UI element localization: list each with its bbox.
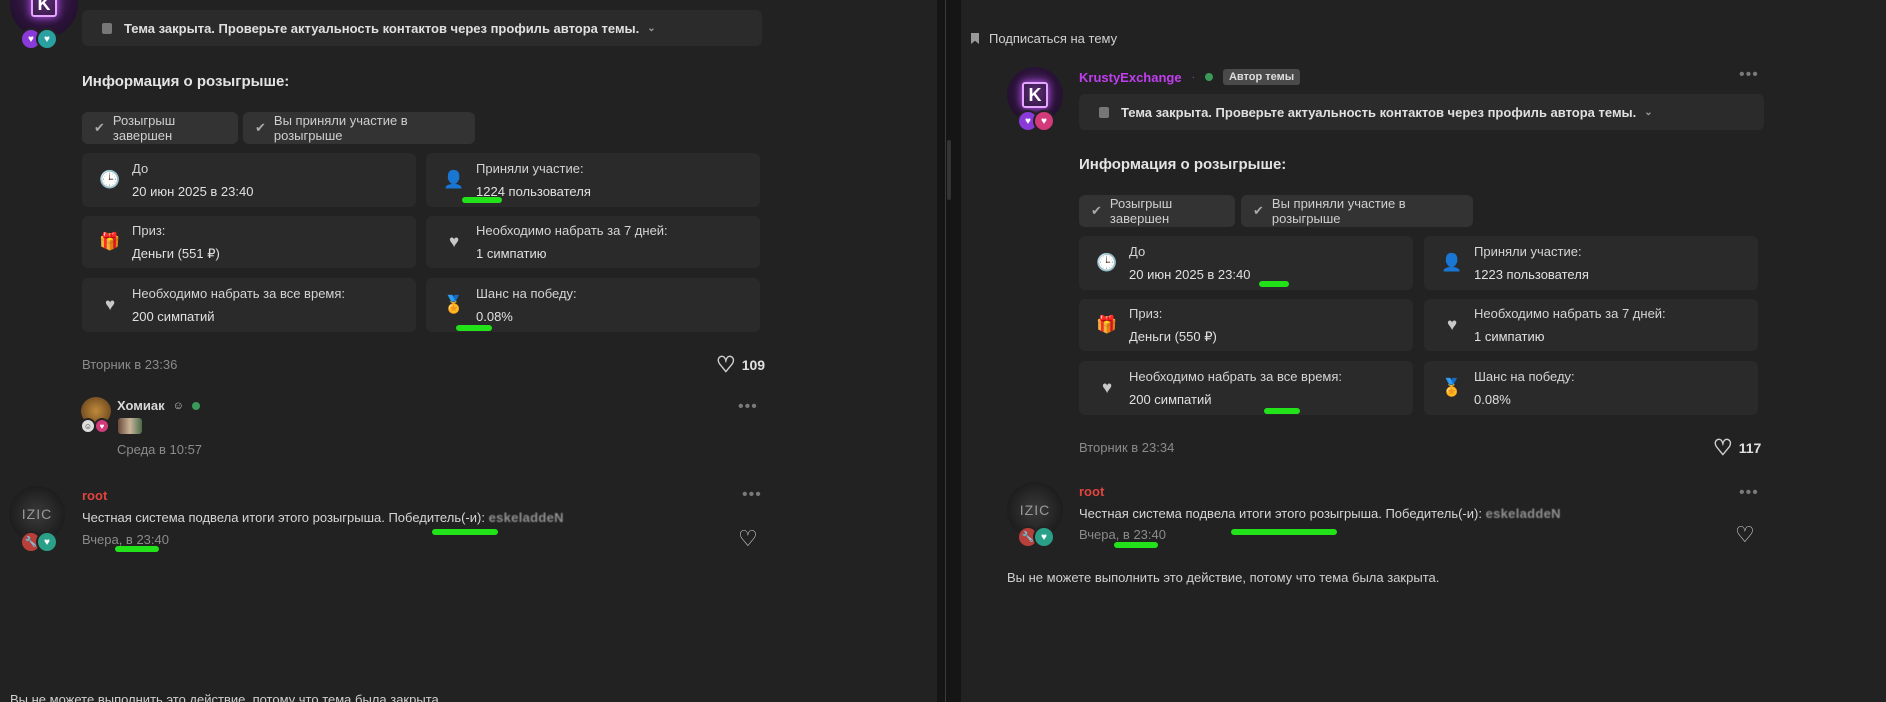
participated-pill: ✔ Вы приняли участие в розыгрыше — [243, 112, 475, 144]
heart-outline-icon: ♡ — [716, 352, 736, 377]
online-indicator — [191, 401, 200, 410]
info-card-deadline: 🕒 До 20 июн 2025 в 23:40 — [1079, 236, 1413, 290]
closed-topic-footer: Вы не можете выполнить это действие, пот… — [10, 692, 443, 702]
author-header: KrustyExchange · Автор темы — [1079, 69, 1301, 85]
root-timestamp[interactable]: Вчера, в 23:40 — [1079, 527, 1166, 542]
post-timestamp[interactable]: Вторник в 23:36 — [82, 357, 177, 372]
giveaway-ended-pill: ✔ Розыгрыш завершен — [1079, 195, 1235, 227]
more-options-icon[interactable]: ••• — [1739, 66, 1759, 84]
info-card-participants: 👤 Приняли участие: 1223 пользователя — [1424, 236, 1758, 290]
chevron-down-icon[interactable]: ⌄ — [647, 23, 655, 34]
author-username[interactable]: KrustyExchange — [1079, 70, 1182, 85]
chevron-down-icon[interactable]: ⌄ — [1644, 107, 1652, 118]
highlight-underline — [432, 529, 498, 535]
check-icon: ✔ — [255, 120, 266, 135]
heart-icon: ♥ — [104, 295, 116, 314]
award-icon: 🏅 — [443, 295, 465, 314]
author-tag-badge: Автор темы — [1222, 69, 1301, 85]
like-heart-icon[interactable]: ♡ — [1735, 522, 1755, 548]
info-card-likes-total: ♥ Необходимо набрать за все время: 200 си… — [1079, 361, 1413, 415]
user-plus-icon: 👤 — [1441, 253, 1463, 272]
root-timestamp[interactable]: Вчера, в 23:40 — [82, 532, 169, 547]
giveaway-ended-pill: ✔ Розыгрыш завершен — [82, 112, 238, 144]
info-card-deadline: 🕒 До 20 июн 2025 в 23:40 — [82, 153, 416, 207]
pane-divider — [937, 0, 961, 702]
giveaway-title: Информация о розыгрыше: — [82, 73, 290, 90]
more-options-icon[interactable]: ••• — [1739, 484, 1759, 502]
comment-sticker — [118, 418, 142, 434]
info-card-prize: 🎁 Приз: Деньги (551 ₽) — [82, 216, 416, 268]
heart-badge-icon: ♥ — [36, 28, 58, 50]
root-username[interactable]: root — [82, 488, 107, 503]
heart-plus-icon: ♥ — [448, 232, 460, 251]
more-options-icon[interactable]: ••• — [742, 486, 762, 504]
author-logo-icon: K — [1022, 82, 1048, 108]
root-message: Честная система подвела итоги этого розы… — [1079, 506, 1561, 521]
heart-outline-icon: ♡ — [1713, 435, 1733, 460]
vertical-separator — [945, 0, 946, 702]
highlight-underline — [462, 197, 502, 203]
info-card-likes-7days: ♥ Необходимо набрать за 7 дней: 1 симпати… — [426, 216, 760, 268]
check-icon: ✔ — [94, 120, 105, 135]
heart-plus-icon: ♥ — [1446, 315, 1458, 334]
like-button[interactable]: ♡ 117 — [1713, 435, 1761, 461]
closed-topic-notice[interactable]: Тема закрыта. Проверьте актуальность кон… — [82, 10, 762, 46]
left-thread-pane: K ♥ ♥ Тема закрыта. Проверьте актуальнос… — [0, 0, 937, 702]
award-icon: 🏅 — [1441, 378, 1463, 397]
winner-username[interactable]: eskeladdeN — [1486, 506, 1561, 521]
heart-badge-icon: ♥ — [1033, 110, 1055, 132]
closed-topic-footer: Вы не можете выполнить это действие, пот… — [1007, 570, 1440, 585]
highlight-underline — [456, 325, 492, 331]
info-card-win-chance: 🏅 Шанс на победу: 0.08% — [426, 278, 760, 332]
highlight-underline — [1259, 281, 1289, 287]
highlight-underline — [1114, 542, 1158, 548]
clock-icon: 🕒 — [1096, 253, 1118, 272]
giveaway-title: Информация о розыгрыше: — [1079, 156, 1287, 173]
post-timestamp[interactable]: Вторник в 23:34 — [1079, 440, 1174, 455]
info-card-prize: 🎁 Приз: Деньги (550 ₽) — [1079, 299, 1413, 351]
check-icon: ✔ — [1253, 203, 1264, 218]
info-icon — [1099, 106, 1109, 118]
info-icon — [102, 22, 112, 34]
root-message: Честная система подвела итоги этого розы… — [82, 510, 564, 525]
winner-username[interactable]: eskeladdeN — [489, 510, 564, 525]
clock-icon: 🕒 — [99, 170, 121, 189]
highlight-underline — [115, 546, 159, 552]
ghost-icon: ☺ — [172, 399, 184, 412]
right-thread-pane: Подписаться на тему K ♥ ♥ KrustyExchange… — [961, 0, 1886, 702]
highlight-underline — [1264, 408, 1300, 414]
bookmark-icon — [971, 33, 979, 44]
info-card-likes-7days: ♥ Необходимо набрать за 7 дней: 1 симпати… — [1424, 299, 1758, 351]
separator-dot: · — [1191, 71, 1195, 83]
root-username[interactable]: root — [1079, 484, 1104, 499]
highlight-underline — [1231, 529, 1337, 535]
gift-icon: 🎁 — [1096, 315, 1118, 334]
like-button[interactable]: ♡ 109 — [716, 352, 765, 378]
closed-topic-notice[interactable]: Тема закрыта. Проверьте актуальность кон… — [1079, 94, 1764, 130]
participated-pill: ✔ Вы приняли участие в розыгрыше — [1241, 195, 1473, 227]
user-plus-icon: 👤 — [443, 170, 465, 189]
heart-icon: ♥ — [1101, 378, 1113, 397]
info-card-win-chance: 🏅 Шанс на победу: 0.08% — [1424, 361, 1758, 415]
online-indicator — [1204, 73, 1213, 81]
comment-timestamp[interactable]: Среда в 10:57 — [117, 442, 202, 457]
heart-badge-icon: ♥ — [94, 418, 110, 434]
comment-author[interactable]: Хомиак ☺ — [117, 398, 200, 413]
subscribe-topic-link-visible[interactable]: Подписаться на тему — [971, 31, 1117, 46]
heart-badge-icon: ♥ — [36, 531, 58, 553]
info-card-likes-total: ♥ Необходимо набрать за все время: 200 си… — [82, 278, 416, 332]
scrollbar-thumb[interactable] — [947, 140, 951, 200]
gift-icon: 🎁 — [99, 232, 121, 251]
author-logo-icon: K — [31, 0, 57, 17]
more-options-icon[interactable]: ••• — [738, 398, 758, 416]
heart-badge-icon: ♥ — [1033, 526, 1055, 548]
check-icon: ✔ — [1091, 203, 1102, 218]
like-heart-icon[interactable]: ♡ — [738, 526, 758, 552]
